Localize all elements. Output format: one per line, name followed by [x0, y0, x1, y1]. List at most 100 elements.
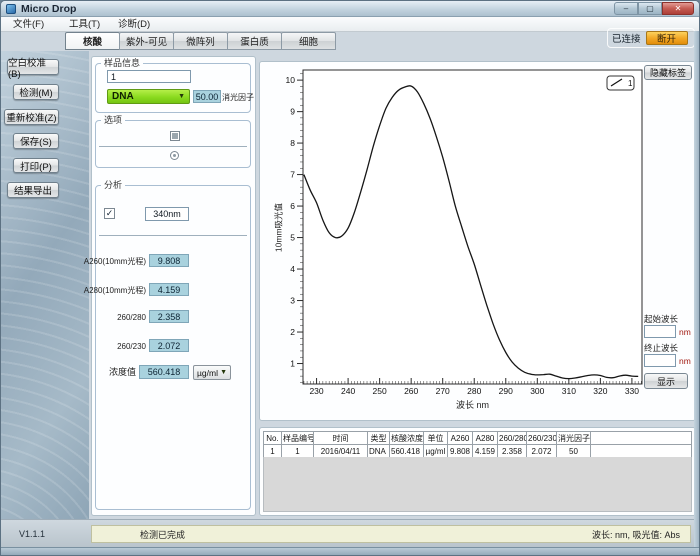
start-nm-label: nm	[679, 327, 691, 337]
chart-panel: 2302402502602702802903003103203301234567…	[259, 61, 696, 421]
tab-microarray[interactable]: 微阵列	[173, 32, 228, 50]
chevron-down-icon: ▼	[178, 93, 185, 100]
hide-labels-button[interactable]: 隐藏标签	[644, 65, 692, 80]
measure-button[interactable]: 检测(M)	[13, 84, 59, 100]
window-bottom-border	[1, 547, 700, 556]
print-button[interactable]: 打印(P)	[13, 158, 59, 173]
concentration-field: 560.418	[139, 365, 189, 379]
svg-text:2: 2	[290, 327, 295, 337]
baseline-wavelength-input[interactable]: 340nm	[145, 207, 189, 221]
x-axis-label: 波长 nm	[303, 400, 642, 411]
blank-calibrate-button[interactable]: 空白校准(B)	[7, 59, 59, 75]
column-header: 样品编号	[282, 432, 314, 445]
show-button[interactable]: 显示	[644, 373, 688, 389]
table-empty-area	[263, 457, 692, 512]
column-header: 类型	[368, 432, 390, 445]
connection-status-label: 已连接	[612, 31, 641, 45]
end-nm-label: nm	[679, 356, 691, 366]
concentration-label: 浓度值	[109, 367, 136, 378]
options-group: 选项	[95, 120, 251, 168]
column-header: 消光因子	[557, 432, 591, 445]
save-button[interactable]: 保存(S)	[13, 133, 59, 149]
svg-text:10: 10	[286, 75, 296, 85]
column-header: 260/230	[527, 432, 557, 445]
app-window: Micro Drop – ▢ ✕ 文件(F) 工具(T) 诊断(D) 核酸 紫外…	[0, 0, 700, 556]
title-bar[interactable]: Micro Drop	[1, 1, 699, 17]
svg-text:280: 280	[467, 386, 481, 396]
minimize-button[interactable]: –	[614, 2, 638, 15]
svg-text:5: 5	[290, 233, 295, 243]
menu-item-tools[interactable]: 工具(T)	[65, 17, 104, 32]
svg-text:240: 240	[341, 386, 355, 396]
menu-item-diagnosis[interactable]: 诊断(D)	[114, 17, 154, 32]
version-label: V1.1.1	[19, 529, 45, 540]
y-axis-label: 10mm吸光值	[274, 183, 285, 273]
svg-text:330: 330	[625, 386, 639, 396]
sample-type-select[interactable]: DNA ▼	[107, 89, 190, 104]
svg-text:230: 230	[309, 386, 323, 396]
ratio-260-230-field: 2.072	[149, 339, 189, 352]
svg-text:270: 270	[436, 386, 450, 396]
unit-select[interactable]: µg/ml ▼	[193, 365, 231, 380]
svg-text:7: 7	[290, 170, 295, 180]
ratio-260-230-label: 260/230	[117, 341, 146, 352]
svg-text:9: 9	[290, 107, 295, 117]
app-icon	[6, 4, 16, 14]
analysis-group-label: 分析	[101, 180, 125, 191]
tab-uv-vis[interactable]: 紫外-可见	[119, 32, 174, 50]
close-button[interactable]: ✕	[662, 2, 694, 15]
menu-bar: 文件(F) 工具(T) 诊断(D)	[1, 17, 699, 32]
ratio-260-280-label: 260/280	[117, 312, 146, 323]
svg-text:1: 1	[290, 359, 295, 369]
sample-type-value: DNA	[112, 91, 134, 102]
sample-info-group-label: 样品信息	[101, 58, 143, 69]
svg-text:6: 6	[290, 201, 295, 211]
a260-field: 9.808	[149, 254, 189, 267]
column-header: A280	[473, 432, 498, 445]
disconnect-button[interactable]: 断开	[646, 31, 688, 45]
options-group-label: 选项	[101, 115, 125, 126]
start-wavelength-label: 起始波长	[644, 314, 678, 325]
window-controls: – ▢ ✕	[614, 2, 694, 15]
status-readout: 波长: nm, 吸光值: Abs	[592, 528, 680, 541]
recalibrate-button[interactable]: 重新校准(Z)	[4, 109, 59, 125]
svg-text:290: 290	[499, 386, 513, 396]
chevron-down-icon: ▼	[220, 369, 227, 376]
results-table: No. 样品编号 时间 类型 核酸浓度 单位 A260 A280 260/280…	[263, 431, 692, 458]
tab-protein[interactable]: 蛋白质	[227, 32, 282, 50]
sidebar: 空白校准(B) 检测(M) 重新校准(Z) 保存(S) 打印(P) 结果导出	[1, 51, 89, 519]
svg-text:250: 250	[373, 386, 387, 396]
status-message: 检测已完成	[140, 528, 185, 541]
tab-nucleic-acid[interactable]: 核酸	[65, 32, 120, 50]
baseline-checkbox[interactable]: ✓	[104, 208, 115, 219]
option-checkbox[interactable]	[170, 131, 180, 141]
svg-text:300: 300	[530, 386, 544, 396]
status-strip: 检测已完成 波长: nm, 吸光值: Abs	[91, 525, 691, 543]
svg-text:260: 260	[404, 386, 418, 396]
ratio-260-280-field: 2.358	[149, 310, 189, 323]
tab-cell[interactable]: 细胞	[281, 32, 336, 50]
sample-info-group: 样品信息 1 DNA ▼ 50.00 消光因子	[95, 63, 251, 113]
column-header-empty	[591, 432, 692, 445]
extinction-factor-label: 消光因子	[222, 92, 254, 103]
maximize-button[interactable]: ▢	[638, 2, 662, 15]
start-wavelength-input[interactable]	[644, 325, 676, 338]
spectrum-chart[interactable]: 2302402502602702802903003103203301234567…	[260, 62, 697, 422]
table-row[interactable]: 1 1 2016/04/11 DNA 560.418 µg/ml 9.808 4…	[264, 445, 692, 458]
end-wavelength-input[interactable]	[644, 354, 676, 367]
window-right-border	[694, 31, 700, 547]
column-header: 时间	[314, 432, 368, 445]
column-header: 核酸浓度	[390, 432, 424, 445]
svg-text:8: 8	[290, 138, 295, 148]
svg-text:1: 1	[628, 79, 633, 88]
options-divider	[99, 146, 247, 147]
menu-item-file[interactable]: 文件(F)	[9, 17, 48, 32]
analysis-divider	[99, 235, 247, 236]
window-title: Micro Drop	[21, 1, 76, 17]
extinction-factor-field[interactable]: 50.00	[193, 90, 221, 103]
option-radio[interactable]	[170, 151, 179, 160]
sample-name-input[interactable]: 1	[107, 70, 191, 83]
export-results-button[interactable]: 结果导出	[7, 182, 59, 198]
svg-text:310: 310	[562, 386, 576, 396]
column-header: No.	[264, 432, 282, 445]
